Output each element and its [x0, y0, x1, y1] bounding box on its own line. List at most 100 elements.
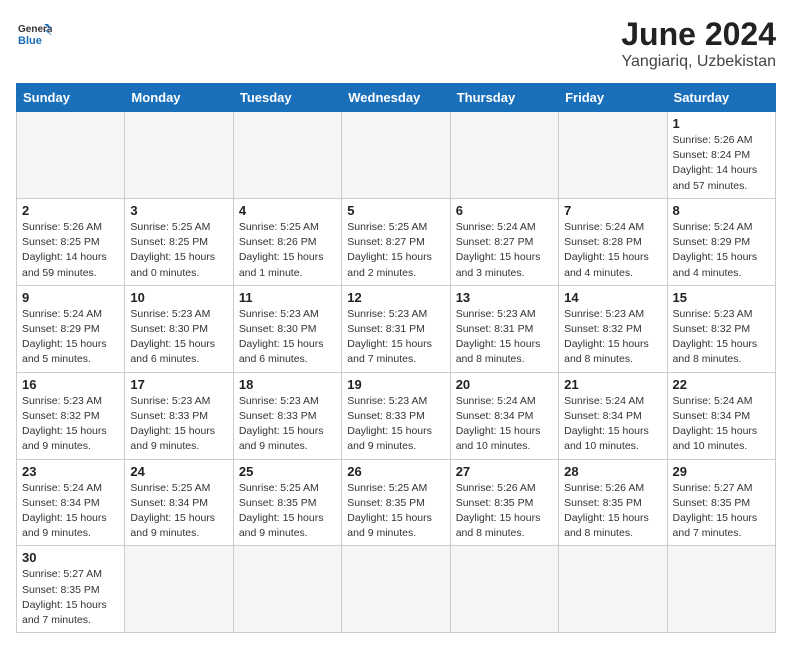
- day-info: Sunrise: 5:24 AM Sunset: 8:34 PM Dayligh…: [456, 394, 553, 455]
- day-info: Sunrise: 5:26 AM Sunset: 8:25 PM Dayligh…: [22, 220, 119, 281]
- calendar-cell: 25 Sunrise: 5:25 AM Sunset: 8:35 PM Dayli…: [233, 459, 341, 546]
- calendar-cell: 9 Sunrise: 5:24 AM Sunset: 8:29 PM Daylig…: [17, 285, 125, 372]
- logo: General Blue: [16, 16, 52, 52]
- calendar-cell: 7 Sunrise: 5:24 AM Sunset: 8:28 PM Daylig…: [559, 198, 667, 285]
- day-number: 27: [456, 464, 553, 479]
- calendar-cell: 12 Sunrise: 5:23 AM Sunset: 8:31 PM Dayli…: [342, 285, 450, 372]
- calendar-cell: [125, 546, 233, 633]
- calendar-cell: 4 Sunrise: 5:25 AM Sunset: 8:26 PM Daylig…: [233, 198, 341, 285]
- calendar-cell: [667, 546, 775, 633]
- day-number: 22: [673, 377, 770, 392]
- week-row-1: 1Sunrise: 5:26 AM Sunset: 8:24 PM Daylig…: [17, 112, 776, 199]
- month-title: June 2024: [621, 16, 776, 53]
- day-number: 28: [564, 464, 661, 479]
- day-number: 9: [22, 290, 119, 305]
- calendar-cell: 5 Sunrise: 5:25 AM Sunset: 8:27 PM Daylig…: [342, 198, 450, 285]
- day-number: 12: [347, 290, 444, 305]
- calendar-cell: [450, 112, 558, 199]
- calendar-cell: [450, 546, 558, 633]
- calendar-cell: 1Sunrise: 5:26 AM Sunset: 8:24 PM Daylig…: [667, 112, 775, 199]
- day-number: 16: [22, 377, 119, 392]
- day-number: 1: [673, 116, 770, 131]
- day-info: Sunrise: 5:23 AM Sunset: 8:31 PM Dayligh…: [347, 307, 444, 368]
- week-row-3: 9 Sunrise: 5:24 AM Sunset: 8:29 PM Daylig…: [17, 285, 776, 372]
- days-header-row: SundayMondayTuesdayWednesdayThursdayFrid…: [17, 84, 776, 112]
- calendar-cell: [342, 546, 450, 633]
- calendar-cell: 8Sunrise: 5:24 AM Sunset: 8:29 PM Daylig…: [667, 198, 775, 285]
- day-info: Sunrise: 5:25 AM Sunset: 8:25 PM Dayligh…: [130, 220, 227, 281]
- day-info: Sunrise: 5:23 AM Sunset: 8:31 PM Dayligh…: [456, 307, 553, 368]
- calendar-cell: 27 Sunrise: 5:26 AM Sunset: 8:35 PM Dayli…: [450, 459, 558, 546]
- week-row-5: 23 Sunrise: 5:24 AM Sunset: 8:34 PM Dayli…: [17, 459, 776, 546]
- day-number: 18: [239, 377, 336, 392]
- calendar-cell: 29 Sunrise: 5:27 AM Sunset: 8:35 PM Dayli…: [667, 459, 775, 546]
- day-number: 4: [239, 203, 336, 218]
- day-info: Sunrise: 5:23 AM Sunset: 8:33 PM Dayligh…: [347, 394, 444, 455]
- day-info: Sunrise: 5:25 AM Sunset: 8:26 PM Dayligh…: [239, 220, 336, 281]
- calendar-cell: 14 Sunrise: 5:23 AM Sunset: 8:32 PM Dayli…: [559, 285, 667, 372]
- week-row-2: 2 Sunrise: 5:26 AM Sunset: 8:25 PM Daylig…: [17, 198, 776, 285]
- day-info: Sunrise: 5:27 AM Sunset: 8:35 PM Dayligh…: [673, 481, 770, 542]
- calendar-cell: 28 Sunrise: 5:26 AM Sunset: 8:35 PM Dayli…: [559, 459, 667, 546]
- calendar-cell: 24Sunrise: 5:25 AM Sunset: 8:34 PM Dayli…: [125, 459, 233, 546]
- day-number: 30: [22, 550, 119, 565]
- day-info: Sunrise: 5:25 AM Sunset: 8:35 PM Dayligh…: [239, 481, 336, 542]
- day-number: 29: [673, 464, 770, 479]
- day-header-friday: Friday: [559, 84, 667, 112]
- day-header-thursday: Thursday: [450, 84, 558, 112]
- day-number: 25: [239, 464, 336, 479]
- day-info: Sunrise: 5:23 AM Sunset: 8:30 PM Dayligh…: [239, 307, 336, 368]
- day-info: Sunrise: 5:24 AM Sunset: 8:28 PM Dayligh…: [564, 220, 661, 281]
- day-number: 10: [130, 290, 227, 305]
- day-info: Sunrise: 5:26 AM Sunset: 8:35 PM Dayligh…: [564, 481, 661, 542]
- day-number: 26: [347, 464, 444, 479]
- day-info: Sunrise: 5:23 AM Sunset: 8:33 PM Dayligh…: [239, 394, 336, 455]
- day-info: Sunrise: 5:24 AM Sunset: 8:29 PM Dayligh…: [673, 220, 770, 281]
- day-header-monday: Monday: [125, 84, 233, 112]
- day-info: Sunrise: 5:24 AM Sunset: 8:27 PM Dayligh…: [456, 220, 553, 281]
- day-number: 11: [239, 290, 336, 305]
- day-info: Sunrise: 5:23 AM Sunset: 8:30 PM Dayligh…: [130, 307, 227, 368]
- day-number: 20: [456, 377, 553, 392]
- day-info: Sunrise: 5:24 AM Sunset: 8:29 PM Dayligh…: [22, 307, 119, 368]
- day-header-wednesday: Wednesday: [342, 84, 450, 112]
- day-number: 7: [564, 203, 661, 218]
- calendar-cell: 21Sunrise: 5:24 AM Sunset: 8:34 PM Dayli…: [559, 372, 667, 459]
- day-header-saturday: Saturday: [667, 84, 775, 112]
- calendar-cell: 20 Sunrise: 5:24 AM Sunset: 8:34 PM Dayli…: [450, 372, 558, 459]
- calendar-cell: 18 Sunrise: 5:23 AM Sunset: 8:33 PM Dayli…: [233, 372, 341, 459]
- svg-text:Blue: Blue: [18, 35, 42, 47]
- day-info: Sunrise: 5:23 AM Sunset: 8:32 PM Dayligh…: [22, 394, 119, 455]
- week-row-4: 16 Sunrise: 5:23 AM Sunset: 8:32 PM Dayli…: [17, 372, 776, 459]
- calendar-cell: 22 Sunrise: 5:24 AM Sunset: 8:34 PM Dayli…: [667, 372, 775, 459]
- day-info: Sunrise: 5:25 AM Sunset: 8:35 PM Dayligh…: [347, 481, 444, 542]
- day-number: 5: [347, 203, 444, 218]
- calendar-cell: 17 Sunrise: 5:23 AM Sunset: 8:33 PM Dayli…: [125, 372, 233, 459]
- day-number: 17: [130, 377, 227, 392]
- calendar-cell: [559, 112, 667, 199]
- day-info: Sunrise: 5:23 AM Sunset: 8:32 PM Dayligh…: [673, 307, 770, 368]
- day-number: 15: [673, 290, 770, 305]
- day-info: Sunrise: 5:24 AM Sunset: 8:34 PM Dayligh…: [673, 394, 770, 455]
- day-info: Sunrise: 5:24 AM Sunset: 8:34 PM Dayligh…: [564, 394, 661, 455]
- day-header-sunday: Sunday: [17, 84, 125, 112]
- calendar-cell: 30Sunrise: 5:27 AM Sunset: 8:35 PM Dayli…: [17, 546, 125, 633]
- day-info: Sunrise: 5:25 AM Sunset: 8:27 PM Dayligh…: [347, 220, 444, 281]
- page-header: General Blue June 2024 Yangiariq, Uzbeki…: [16, 16, 776, 71]
- logo-icon: General Blue: [16, 16, 52, 52]
- calendar-table: SundayMondayTuesdayWednesdayThursdayFrid…: [16, 83, 776, 633]
- day-info: Sunrise: 5:23 AM Sunset: 8:33 PM Dayligh…: [130, 394, 227, 455]
- day-number: 13: [456, 290, 553, 305]
- day-info: Sunrise: 5:23 AM Sunset: 8:32 PM Dayligh…: [564, 307, 661, 368]
- day-number: 14: [564, 290, 661, 305]
- day-number: 23: [22, 464, 119, 479]
- calendar-cell: 13 Sunrise: 5:23 AM Sunset: 8:31 PM Dayli…: [450, 285, 558, 372]
- calendar-cell: [233, 546, 341, 633]
- day-info: Sunrise: 5:26 AM Sunset: 8:35 PM Dayligh…: [456, 481, 553, 542]
- location-title: Yangiariq, Uzbekistan: [621, 53, 776, 71]
- calendar-cell: 11 Sunrise: 5:23 AM Sunset: 8:30 PM Dayli…: [233, 285, 341, 372]
- day-number: 2: [22, 203, 119, 218]
- day-info: Sunrise: 5:25 AM Sunset: 8:34 PM Dayligh…: [130, 481, 227, 542]
- day-info: Sunrise: 5:24 AM Sunset: 8:34 PM Dayligh…: [22, 481, 119, 542]
- calendar-cell: 10 Sunrise: 5:23 AM Sunset: 8:30 PM Dayli…: [125, 285, 233, 372]
